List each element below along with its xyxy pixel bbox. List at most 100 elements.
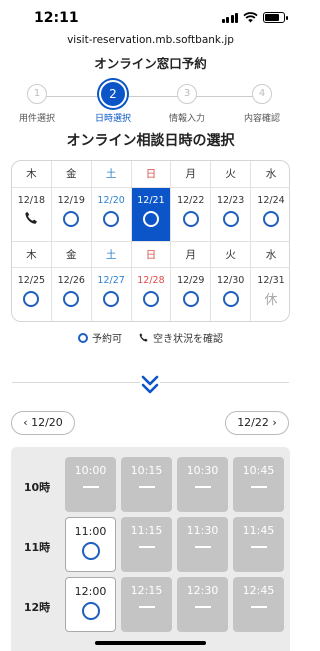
- timeslot-unavailable: 11:15: [121, 517, 172, 572]
- weekday-label: 木: [12, 161, 52, 187]
- step-number: 4: [252, 84, 272, 104]
- weekday-label: 土: [91, 241, 132, 267]
- date-cell[interactable]: 12/22: [171, 187, 212, 241]
- date-row: 12/25 12/26 12/27 12/28 12/29 12/30 12/3…: [12, 267, 289, 321]
- timeslot-time: 12:15: [130, 584, 163, 597]
- date-cell[interactable]: 12/23: [211, 187, 252, 241]
- home-indicator[interactable]: [95, 641, 206, 645]
- next-day-button[interactable]: 12/22 ›: [225, 411, 289, 435]
- cellular-signal-icon: [221, 13, 238, 23]
- date-cell-selected[interactable]: 12/21: [131, 187, 172, 241]
- unavailable-dash-icon: [138, 486, 155, 488]
- available-circle-icon: [262, 211, 279, 227]
- available-circle-icon: [23, 291, 40, 307]
- available-circle-icon: [81, 542, 100, 560]
- date-cell[interactable]: 12/28: [131, 267, 172, 321]
- timeslot-time: 10:30: [186, 464, 219, 477]
- weekday-label: 月: [171, 161, 212, 187]
- weekday-label: 火: [211, 161, 252, 187]
- status-icons: [221, 12, 288, 23]
- phone-icon: [139, 333, 148, 342]
- weekday-header-row: 木 金 土 日 月 火 水: [12, 241, 289, 267]
- date-label: 12/24: [257, 195, 285, 206]
- prev-day-button[interactable]: ‹ 12/20: [11, 411, 75, 435]
- step-label: 日時選択: [94, 114, 131, 124]
- timeslot-unavailable: 10:45: [233, 457, 284, 512]
- date-cell[interactable]: 12/19: [51, 187, 92, 241]
- unavailable-dash-icon: [138, 606, 155, 608]
- page-title: オンライン窓口予約: [94, 56, 207, 71]
- unavailable-dash-icon: [82, 486, 99, 488]
- weekday-header-row: 木 金 土 日 月 火 水: [12, 161, 289, 187]
- wifi-icon: [243, 12, 258, 23]
- date-cell[interactable]: 12/29: [171, 267, 212, 321]
- available-circle-icon: [81, 602, 100, 620]
- timeslot-row: 10時 10:00 10:15 10:30 10:45: [11, 457, 290, 517]
- unavailable-dash-icon: [138, 546, 155, 548]
- timeslot-available[interactable]: 12:00: [65, 577, 116, 632]
- phone-icon: [25, 211, 38, 224]
- step-label: 内容確認: [243, 114, 280, 124]
- browser-url[interactable]: visit-reservation.mb.softbank.jp: [0, 34, 301, 46]
- next-day-label: 12/22: [237, 416, 269, 429]
- date-cell[interactable]: 12/18: [12, 187, 52, 241]
- weekday-label: 金: [52, 161, 92, 187]
- timeslot-unavailable: 12:15: [121, 577, 172, 632]
- weekday-label: 土: [92, 161, 132, 187]
- timeslot-available[interactable]: 11:00: [65, 517, 116, 572]
- double-chevron-down-icon[interactable]: [140, 374, 160, 396]
- legend-phone: 空き状況を確認: [138, 330, 223, 345]
- step-4: 4 内容確認: [227, 84, 297, 124]
- timeslot-time: 12:30: [186, 584, 219, 597]
- timeslot-time: 11:45: [242, 524, 275, 537]
- step-number: 2: [99, 80, 127, 108]
- step-2: 2 日時選択: [78, 80, 148, 124]
- chevron-right-icon: ›: [268, 416, 277, 429]
- date-cell[interactable]: 12/27: [91, 267, 132, 321]
- weekday-label: 木: [12, 241, 52, 267]
- available-circle-icon: [222, 291, 239, 307]
- timeslot-time: 10:15: [130, 464, 163, 477]
- date-cell[interactable]: 12/26: [51, 267, 92, 321]
- step-3: 3 情報入力: [152, 84, 222, 124]
- unavailable-dash-icon: [194, 546, 211, 548]
- available-circle-icon: [222, 211, 239, 227]
- weekday-label: 金: [51, 241, 92, 267]
- legend-available: 予約可: [78, 330, 122, 345]
- legend-available-label: 予約可: [92, 334, 122, 345]
- date-cell[interactable]: 12/24: [251, 187, 289, 241]
- chevron-left-icon: ‹: [23, 416, 32, 429]
- prev-day-label: 12/20: [31, 416, 63, 429]
- unavailable-dash-icon: [194, 486, 211, 488]
- weekday-label: 日: [132, 161, 172, 187]
- date-cell[interactable]: 12/25: [12, 267, 52, 321]
- date-label: 12/26: [57, 275, 85, 286]
- date-cell[interactable]: 12/30: [211, 267, 252, 321]
- step-number: 1: [27, 84, 47, 104]
- progress-stepper: 1 用件選択 2 日時選択 3 情報入力 4 内容確認: [0, 80, 301, 130]
- date-label: 12/27: [97, 275, 125, 286]
- weekday-label: 日: [131, 241, 172, 267]
- timeslot-table: 10時 10:00 10:15 10:30 10:45 11時 11:00 11…: [11, 447, 290, 651]
- timeslot-time: 11:30: [186, 524, 219, 537]
- timeslot-unavailable: 10:30: [177, 457, 228, 512]
- timeslot-unavailable: 11:30: [177, 517, 228, 572]
- date-cell[interactable]: 12/20: [91, 187, 132, 241]
- date-row: 12/18 12/19 12/20 12/21 12/22 12/23 12/2…: [12, 187, 289, 241]
- unavailable-dash-icon: [250, 486, 267, 488]
- calendar-legend: 予約可 空き状況を確認: [0, 330, 301, 345]
- weekday-label: 月: [171, 241, 212, 267]
- available-circle-icon: [142, 211, 159, 227]
- date-label: 12/30: [216, 275, 245, 286]
- status-bar: 12:11: [0, 0, 301, 32]
- date-label: 12/23: [216, 195, 245, 206]
- weekday-label: 火: [211, 241, 252, 267]
- date-label: 12/31: [257, 275, 285, 286]
- date-label: 12/18: [17, 195, 46, 206]
- timeslot-time: 12:45: [242, 584, 275, 597]
- timeslot-time: 11:15: [130, 524, 163, 537]
- available-circle-icon: [182, 211, 199, 227]
- step-label: 用件選択: [18, 114, 55, 124]
- unavailable-dash-icon: [194, 606, 211, 608]
- unavailable-dash-icon: [250, 606, 267, 608]
